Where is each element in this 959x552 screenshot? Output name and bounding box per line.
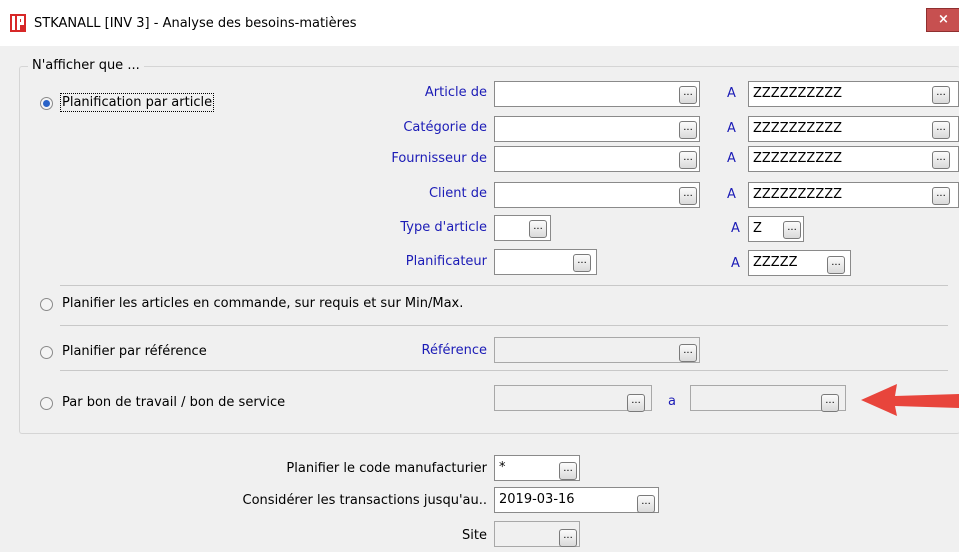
client-to-browse-button[interactable]: ... <box>932 187 950 205</box>
radio-planification-par-article[interactable] <box>40 97 53 110</box>
client-from-browse-button[interactable]: ... <box>679 187 697 205</box>
planificateur-to-browse-button[interactable]: ... <box>827 256 845 274</box>
label-planificateur: Planificateur <box>405 254 487 269</box>
reference-browse-button[interactable]: ... <box>679 344 697 362</box>
label-site: Site <box>462 528 487 543</box>
separator <box>60 370 948 371</box>
bon-from-browse-button[interactable]: ... <box>627 394 645 412</box>
label-article-de: Article de <box>424 85 487 100</box>
transactions-date-input[interactable]: 2019-03-16 <box>494 487 659 513</box>
label-code-manufacturier: Planifier le code manufacturier <box>286 461 487 476</box>
separator <box>60 325 948 326</box>
categorie-to-browse-button[interactable]: ... <box>932 121 950 139</box>
close-icon: × <box>938 12 949 27</box>
label-type-article: Type d'article <box>400 220 487 235</box>
label-planifier-par-reference[interactable]: Planifier par référence <box>62 344 207 359</box>
radio-planifier-en-commande[interactable] <box>40 298 53 311</box>
title-bar: STKANALL [INV 3] - Analyse des besoins-m… <box>0 0 959 47</box>
label-reference: Référence <box>421 343 487 358</box>
client-to-input[interactable]: ZZZZZZZZZZ <box>748 182 959 208</box>
separator <box>60 285 948 286</box>
label-planifier-en-commande[interactable]: Planifier les articles en commande, sur … <box>62 296 463 311</box>
label-a-client: A <box>727 187 736 202</box>
categorie-from-browse-button[interactable]: ... <box>679 121 697 139</box>
label-transactions-jusquau: Considérer les transactions jusqu'au.. <box>242 493 487 508</box>
site-browse-button[interactable]: ... <box>559 529 577 547</box>
type-article-to-browse-button[interactable]: ... <box>783 221 801 239</box>
radio-par-bon-de-travail[interactable] <box>40 397 53 410</box>
label-categorie-de: Catégorie de <box>403 120 487 135</box>
radio-planifier-par-reference[interactable] <box>40 346 53 359</box>
close-button[interactable]: × <box>926 8 959 32</box>
categorie-to-input[interactable]: ZZZZZZZZZZ <box>748 116 959 142</box>
fournisseur-from-browse-button[interactable]: ... <box>679 151 697 169</box>
transactions-date-picker-button[interactable]: ... <box>637 495 655 513</box>
label-a-type: A <box>731 221 740 236</box>
app-logo-icon <box>10 14 26 32</box>
window-title: STKANALL [INV 3] - Analyse des besoins-m… <box>34 16 357 31</box>
article-from-browse-button[interactable]: ... <box>679 86 697 104</box>
label-fournisseur-de: Fournisseur de <box>391 151 487 166</box>
fournisseur-from-input[interactable] <box>494 146 700 172</box>
label-planification-par-article[interactable]: Planification par article <box>59 93 215 112</box>
article-to-input[interactable]: ZZZZZZZZZZ <box>748 81 959 107</box>
label-par-bon-de-travail[interactable]: Par bon de travail / bon de service <box>62 395 285 410</box>
bon-to-browse-button[interactable]: ... <box>821 394 839 412</box>
reference-input[interactable] <box>494 337 700 363</box>
article-to-browse-button[interactable]: ... <box>932 86 950 104</box>
code-manufacturier-browse-button[interactable]: ... <box>559 462 577 480</box>
group-title: N'afficher que ... <box>28 58 144 73</box>
type-article-from-browse-button[interactable]: ... <box>529 220 547 238</box>
label-a-fournisseur: A <box>727 151 736 166</box>
label-client-de: Client de <box>428 186 487 201</box>
fournisseur-to-input[interactable]: ZZZZZZZZZZ <box>748 146 959 172</box>
red-arrow-icon <box>861 384 959 416</box>
label-a-categorie: A <box>727 121 736 136</box>
article-from-input[interactable] <box>494 81 700 107</box>
label-a-bon: a <box>668 394 676 409</box>
client-from-input[interactable] <box>494 182 700 208</box>
planificateur-from-browse-button[interactable]: ... <box>573 254 591 272</box>
fournisseur-to-browse-button[interactable]: ... <box>932 151 950 169</box>
label-a-article: A <box>727 86 736 101</box>
label-a-planificateur: A <box>731 256 740 271</box>
categorie-from-input[interactable] <box>494 116 700 142</box>
